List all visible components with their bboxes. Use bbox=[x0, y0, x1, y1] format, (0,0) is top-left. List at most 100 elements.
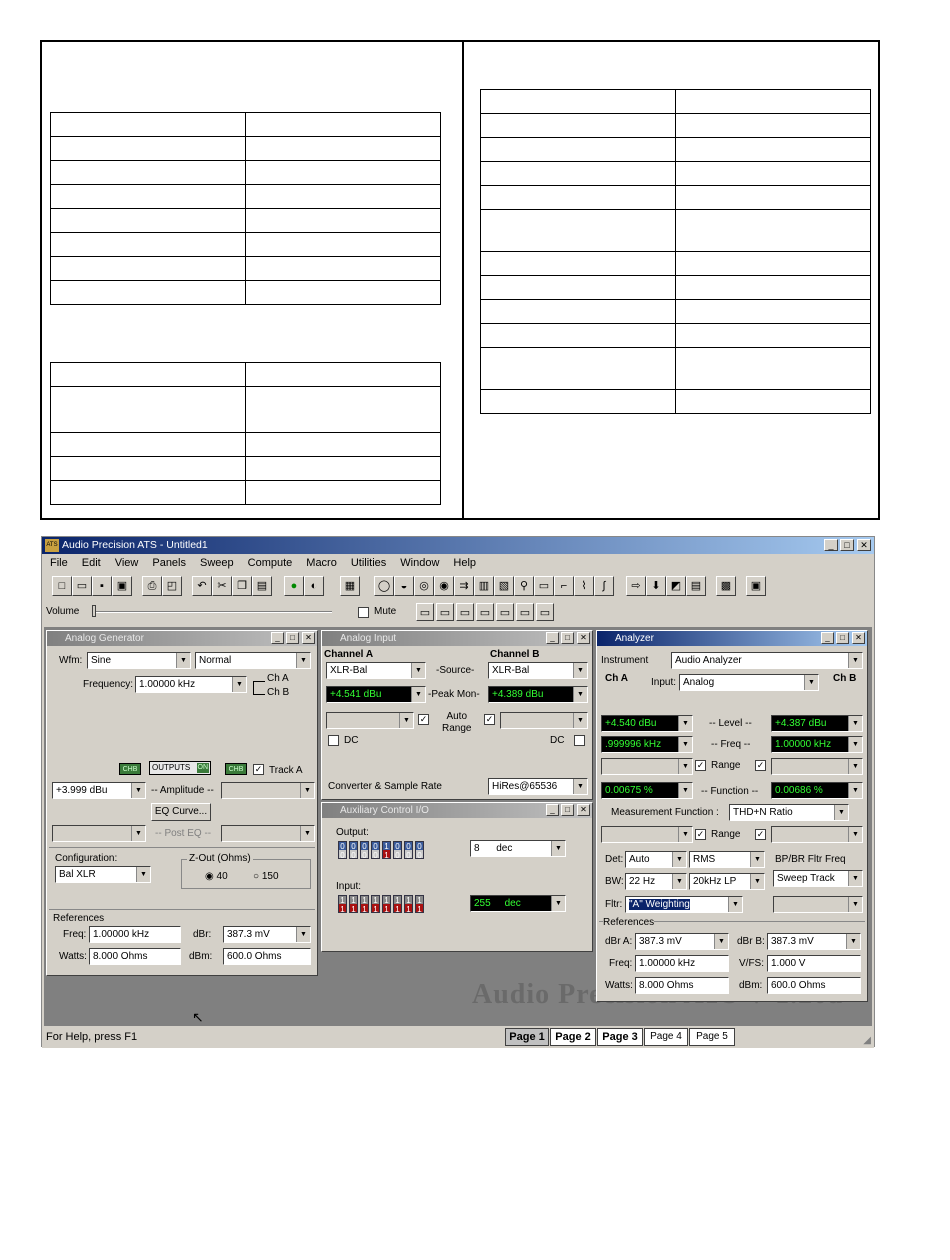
print-icon[interactable]: ⎙ bbox=[142, 576, 162, 596]
range-a-select[interactable]: ▼ bbox=[326, 712, 414, 729]
download-icon[interactable]: ⬇ bbox=[646, 576, 666, 596]
analyzer-freq-ref-field[interactable]: 1.00000 kHz bbox=[635, 955, 729, 972]
generator-maximize[interactable]: □ bbox=[286, 632, 299, 644]
page-icon-6[interactable]: ▭ bbox=[516, 603, 534, 621]
table-icon[interactable]: ▤ bbox=[686, 576, 706, 596]
undo-icon[interactable]: ↶ bbox=[192, 576, 212, 596]
page-icon-4[interactable]: ▭ bbox=[476, 603, 494, 621]
output-bit-0[interactable]: 00 bbox=[338, 841, 347, 860]
peak-a-display[interactable]: +4.541 dBu ▼ bbox=[326, 686, 426, 703]
freq-range-a-select[interactable]: ▼ bbox=[601, 758, 693, 775]
instrument-select[interactable]: Audio Analyzer ▼ bbox=[671, 652, 863, 669]
menu-utilities[interactable]: Utilities bbox=[351, 557, 386, 569]
tab-page-5[interactable]: Page 5 bbox=[689, 1028, 735, 1046]
menu-help[interactable]: Help bbox=[453, 557, 476, 569]
generator-icon[interactable]: ◯ bbox=[374, 576, 394, 596]
func-range-b-select[interactable]: ▼ bbox=[771, 826, 863, 843]
aux-minimize[interactable]: _ bbox=[546, 804, 559, 816]
page-icon-1[interactable]: ▭ bbox=[416, 603, 434, 621]
converter-select[interactable]: HiRes@65536 ▼ bbox=[488, 778, 588, 795]
configuration-select[interactable]: Bal XLR ▼ bbox=[55, 866, 151, 883]
det-select[interactable]: Auto ▼ bbox=[625, 851, 687, 868]
print-preview-icon[interactable]: ◰ bbox=[162, 576, 182, 596]
bits-icon[interactable]: ▥ bbox=[474, 576, 494, 596]
output-bit-3[interactable]: 00 bbox=[371, 841, 380, 860]
wfm-select[interactable]: Sine ▼ bbox=[87, 652, 191, 669]
peak-b-display[interactable]: +4.389 dBu ▼ bbox=[488, 686, 588, 703]
range-b-select[interactable]: ▼ bbox=[500, 712, 588, 729]
eq-curve-button[interactable]: EQ Curve... bbox=[151, 803, 211, 821]
tab-page-3[interactable]: Page 3 bbox=[597, 1028, 643, 1046]
analyzer-icon[interactable]: ◒ bbox=[394, 576, 414, 596]
function-b-display[interactable]: 0.00686 % ▼ bbox=[771, 782, 863, 799]
curve-icon[interactable]: ∫ bbox=[594, 576, 614, 596]
aux-maximize[interactable]: □ bbox=[561, 804, 574, 816]
source-b-select[interactable]: XLR-Bal ▼ bbox=[488, 662, 588, 679]
save-icon[interactable]: ▪ bbox=[92, 576, 112, 596]
output-bit-2[interactable]: 00 bbox=[360, 841, 369, 860]
menu-file[interactable]: File bbox=[50, 557, 68, 569]
freq-a-display[interactable]: .999996 kHz ▼ bbox=[601, 736, 693, 753]
volume-thumb[interactable] bbox=[92, 605, 96, 617]
generator-minimize[interactable]: _ bbox=[271, 632, 284, 644]
dbrb-field[interactable]: 387.3 mV ▼ bbox=[767, 933, 861, 950]
dbra-field[interactable]: 387.3 mV ▼ bbox=[635, 933, 729, 950]
func-range-a-checkbox[interactable]: ✓ bbox=[695, 829, 706, 840]
resize-grip-icon[interactable]: ◢ bbox=[863, 1030, 871, 1052]
volume-slider[interactable] bbox=[92, 611, 332, 613]
page-icon-3[interactable]: ▭ bbox=[456, 603, 474, 621]
paste-icon[interactable]: ▤ bbox=[252, 576, 272, 596]
close-button[interactable]: ✕ bbox=[857, 539, 871, 551]
analyzer-minimize[interactable]: _ bbox=[821, 632, 834, 644]
range-b-checkbox[interactable]: ✓ bbox=[755, 760, 766, 771]
menu-edit[interactable]: Edit bbox=[82, 557, 101, 569]
meas-function-select[interactable]: THD+N Ratio ▼ bbox=[729, 804, 849, 821]
analyzer-input-select[interactable]: Analog ▼ bbox=[679, 674, 819, 691]
post-eq-b-field[interactable]: ▼ bbox=[221, 825, 315, 842]
freq-ref-field[interactable]: 1.00000 kHz bbox=[89, 926, 181, 943]
generator-close[interactable]: ✕ bbox=[302, 632, 315, 644]
tab-page-2[interactable]: Page 2 bbox=[550, 1028, 596, 1046]
zout-40-radio[interactable]: ◉ 40 bbox=[205, 871, 228, 882]
go-icon[interactable]: ● bbox=[284, 576, 304, 596]
freq-b-display[interactable]: 1.00000 kHz ▼ bbox=[771, 736, 863, 753]
dbm-field[interactable]: 600.0 Ohms bbox=[223, 948, 311, 965]
aux-output-field[interactable]: 8 dec ▼ bbox=[470, 840, 566, 857]
chart-icon[interactable]: ◩ bbox=[666, 576, 686, 596]
export-icon[interactable]: ⇨ bbox=[626, 576, 646, 596]
sweep-track-select[interactable]: Sweep Track ▼ bbox=[773, 870, 863, 887]
menu-sweep[interactable]: Sweep bbox=[200, 557, 234, 569]
wfm-mode-select[interactable]: Normal ▼ bbox=[195, 652, 311, 669]
post-eq-a-field[interactable]: ▼ bbox=[52, 825, 146, 842]
auto-range-a-checkbox[interactable]: ✓ bbox=[418, 714, 429, 725]
dc-a-checkbox[interactable] bbox=[328, 735, 339, 746]
amplitude-field[interactable]: +3.999 dBu ▼ bbox=[52, 782, 146, 799]
ch-b-output-indicator[interactable]: CHB bbox=[225, 763, 247, 775]
dcx-icon[interactable]: ▭ bbox=[534, 576, 554, 596]
meter-icon[interactable]: ▩ bbox=[716, 576, 736, 596]
switcher-icon[interactable]: ⌐ bbox=[554, 576, 574, 596]
page-icon-2[interactable]: ▭ bbox=[436, 603, 454, 621]
amplitude-b-field[interactable]: ▼ bbox=[221, 782, 315, 799]
analyzer-dbm-field[interactable]: 600.0 Ohms bbox=[767, 977, 861, 994]
dc-b-checkbox[interactable] bbox=[574, 735, 585, 746]
output-bit-4[interactable]: 11 bbox=[382, 841, 391, 860]
menu-window[interactable]: Window bbox=[400, 557, 439, 569]
output-bit-7[interactable]: 00 bbox=[415, 841, 424, 860]
menu-view[interactable]: View bbox=[115, 557, 139, 569]
output-bits[interactable]: 0000000011000000 bbox=[338, 841, 442, 861]
level-b-display[interactable]: +4.387 dBu ▼ bbox=[771, 715, 863, 732]
tab-page-4[interactable]: Page 4 bbox=[644, 1028, 688, 1046]
zout-150-radio[interactable]: ○ 150 bbox=[253, 871, 279, 882]
dbr-field[interactable]: 387.3 mV ▼ bbox=[223, 926, 311, 943]
stats-icon[interactable]: ▧ bbox=[494, 576, 514, 596]
minimize-button[interactable]: _ bbox=[824, 539, 838, 551]
open-icon[interactable]: ▭ bbox=[72, 576, 92, 596]
input-minimize[interactable]: _ bbox=[546, 632, 559, 644]
frequency-field[interactable]: 1.00000 kHz ▼ bbox=[135, 676, 247, 693]
watts-field[interactable]: 8.000 Ohms bbox=[89, 948, 181, 965]
level-a-display[interactable]: +4.540 dBu ▼ bbox=[601, 715, 693, 732]
output-bit-6[interactable]: 00 bbox=[404, 841, 413, 860]
analyzer-close[interactable]: ✕ bbox=[852, 632, 865, 644]
report-icon[interactable]: ▣ bbox=[746, 576, 766, 596]
